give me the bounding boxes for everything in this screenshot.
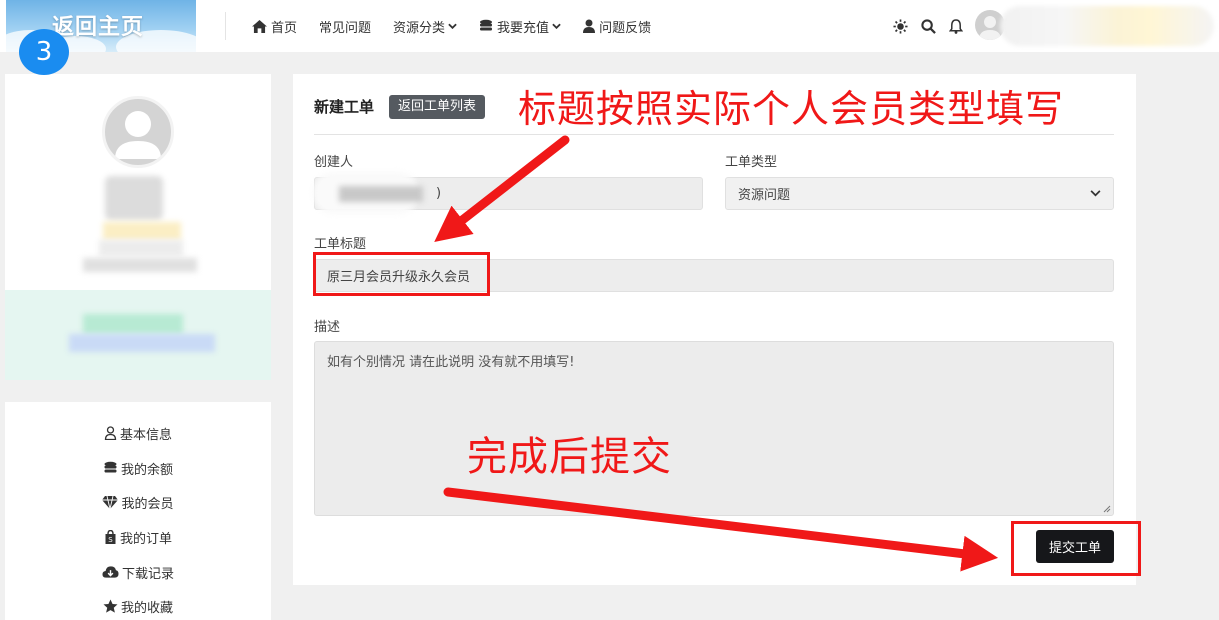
arrow-to-submit bbox=[443, 487, 999, 572]
title-hint-annotation: 标题按照实际个人会员类型填写 bbox=[518, 87, 1065, 131]
step-badge: 3 bbox=[19, 29, 69, 75]
submit-hint-annotation: 完成后提交 bbox=[467, 434, 672, 480]
arrow-to-title bbox=[434, 135, 570, 242]
